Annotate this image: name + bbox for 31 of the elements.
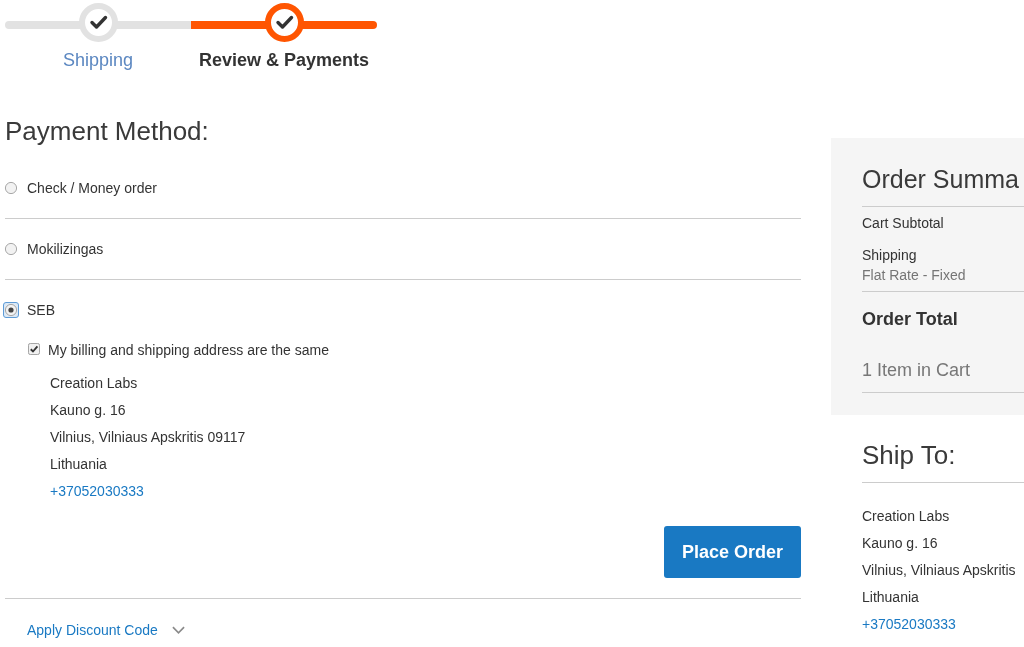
summary-label: Cart Subtotal <box>862 214 944 233</box>
radio-button[interactable] <box>3 302 19 318</box>
step-label[interactable]: Shipping <box>62 48 134 72</box>
address-line: Vilnius, Vilniaus Apskritis <box>862 561 1016 580</box>
address-line: Kauno g. 16 <box>862 534 938 553</box>
address-line: Lithuania <box>50 455 107 474</box>
phone-link[interactable]: +37052030333 <box>862 611 956 638</box>
apply-discount-toggle[interactable]: Apply Discount Code <box>27 620 185 640</box>
address-line: Lithuania <box>862 588 919 607</box>
address-line: Kauno g. 16 <box>50 401 126 420</box>
step-label: Review & Payments <box>198 49 370 72</box>
address-line: Creation Labs <box>862 507 950 526</box>
radio-button[interactable] <box>3 241 19 257</box>
shipping-method-note: Flat Rate - Fixed <box>862 266 966 285</box>
order-total-label: Order Total <box>862 308 958 331</box>
radio-button[interactable] <box>3 180 19 196</box>
payment-method-label[interactable]: Mokilizingas <box>27 239 104 259</box>
payment-method-label[interactable]: SEB <box>27 300 55 320</box>
ship-to-title: Ship To: <box>862 440 1024 483</box>
chevron-down-icon <box>171 626 185 634</box>
items-in-cart-toggle[interactable]: 1 Item in Cart <box>862 360 971 380</box>
address-line: Creation Labs <box>50 374 138 393</box>
phone-link[interactable]: +37052030333 <box>50 478 144 505</box>
payment-method-label[interactable]: Check / Money order <box>27 178 157 198</box>
address-line: Vilnius, Vilniaus Apskritis 09117 <box>50 428 246 447</box>
section-title: Payment Method: <box>5 116 210 146</box>
summary-title: Order Summa <box>862 164 1024 207</box>
summary-label: Shipping <box>862 246 917 265</box>
place-order-button[interactable]: Place Order <box>663 526 801 578</box>
same-address-label[interactable]: My billing and shipping address are the same <box>48 340 329 360</box>
checkbox[interactable] <box>28 343 40 355</box>
